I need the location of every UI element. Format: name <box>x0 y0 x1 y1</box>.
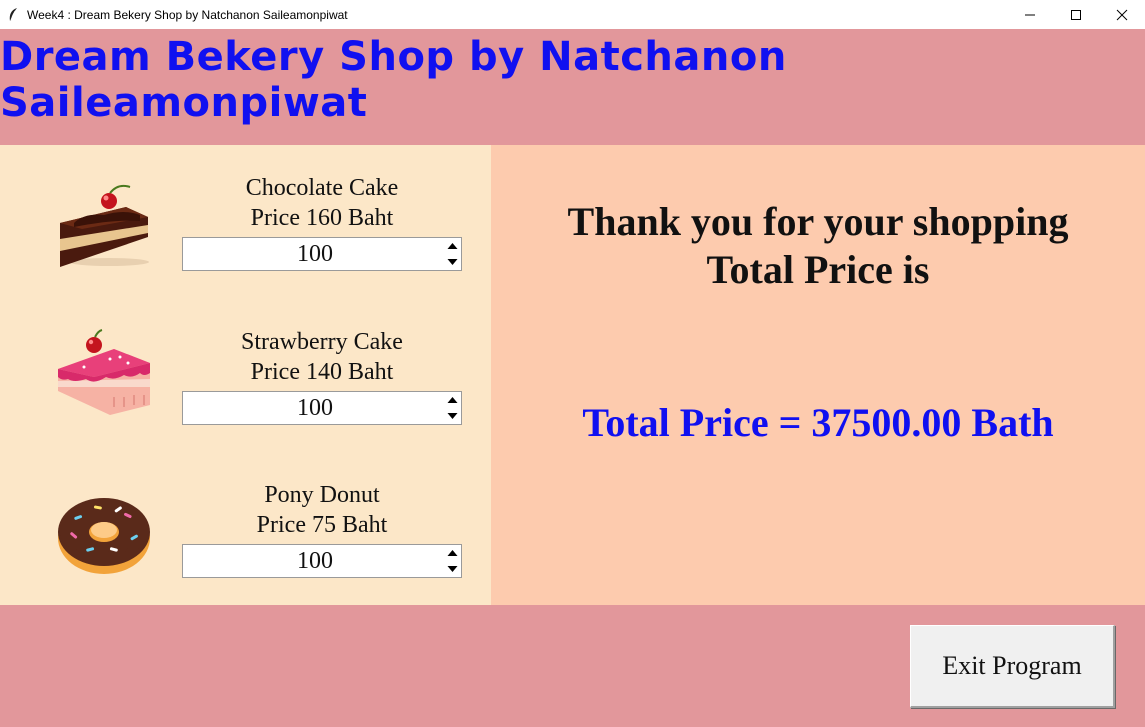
total-price-heading: Total Price is <box>706 247 930 292</box>
arrow-down-icon <box>447 413 458 419</box>
quantity-value[interactable]: 100 <box>183 238 447 270</box>
spin-up-button[interactable] <box>444 392 461 408</box>
exit-program-button[interactable]: Exit Program <box>910 625 1115 708</box>
total-price-value: Total Price = 37500.00 Bath <box>582 400 1054 445</box>
close-button[interactable] <box>1099 0 1145 29</box>
header-band: Dream Bekery Shop by Natchanon Saileamon… <box>0 29 1145 145</box>
window-titlebar: Week4 : Dream Bekery Shop by Natchanon S… <box>0 0 1145 29</box>
minimize-button[interactable] <box>1007 0 1053 29</box>
product-price: Price 160 Baht <box>250 205 394 231</box>
product-pony-donut: Pony Donut Price 75 Baht 100 <box>0 480 491 580</box>
quantity-spinbox[interactable]: 100 <box>182 391 462 425</box>
arrow-up-icon <box>447 397 458 403</box>
product-name: Pony Donut <box>264 482 380 508</box>
strawberry-cake-icon <box>54 329 154 419</box>
spin-arrows <box>444 392 461 424</box>
thanks-message: Thank you for your shopping <box>567 199 1069 244</box>
quantity-value[interactable]: 100 <box>183 545 447 577</box>
spin-down-button[interactable] <box>444 561 461 577</box>
product-panel: Chocolate Cake Price 160 Baht 100 Strawb… <box>0 145 491 605</box>
window-controls <box>1007 0 1145 29</box>
feather-icon <box>7 7 21 23</box>
chocolate-cake-icon <box>54 179 154 269</box>
close-icon <box>1116 9 1128 20</box>
product-price: Price 75 Baht <box>256 512 388 538</box>
minimize-icon <box>1025 14 1035 15</box>
arrow-down-icon <box>447 566 458 572</box>
quantity-value[interactable]: 100 <box>183 392 447 424</box>
spin-arrows <box>444 238 461 270</box>
summary-panel: Thank you for your shopping Total Price … <box>491 145 1145 605</box>
quantity-spinbox[interactable]: 100 <box>182 544 462 578</box>
product-price: Price 140 Baht <box>250 359 394 385</box>
page-title: Dream Bekery Shop by Natchanon Saileamon… <box>0 34 787 126</box>
spin-down-button[interactable] <box>444 408 461 424</box>
product-name: Strawberry Cake <box>241 329 403 355</box>
spin-arrows <box>444 545 461 577</box>
product-strawberry-cake: Strawberry Cake Price 140 Baht 100 <box>0 327 491 427</box>
arrow-up-icon <box>447 550 458 556</box>
spin-up-button[interactable] <box>444 545 461 561</box>
donut-icon <box>54 488 154 578</box>
maximize-icon <box>1071 9 1081 20</box>
product-name: Chocolate Cake <box>245 175 399 201</box>
spin-up-button[interactable] <box>444 238 461 254</box>
arrow-down-icon <box>447 259 458 265</box>
spin-down-button[interactable] <box>444 254 461 270</box>
window-title: Week4 : Dream Bekery Shop by Natchanon S… <box>27 7 348 22</box>
maximize-button[interactable] <box>1053 0 1099 29</box>
quantity-spinbox[interactable]: 100 <box>182 237 462 271</box>
footer-band: Exit Program <box>0 605 1145 727</box>
product-chocolate-cake: Chocolate Cake Price 160 Baht 100 <box>0 173 491 273</box>
arrow-up-icon <box>447 243 458 249</box>
